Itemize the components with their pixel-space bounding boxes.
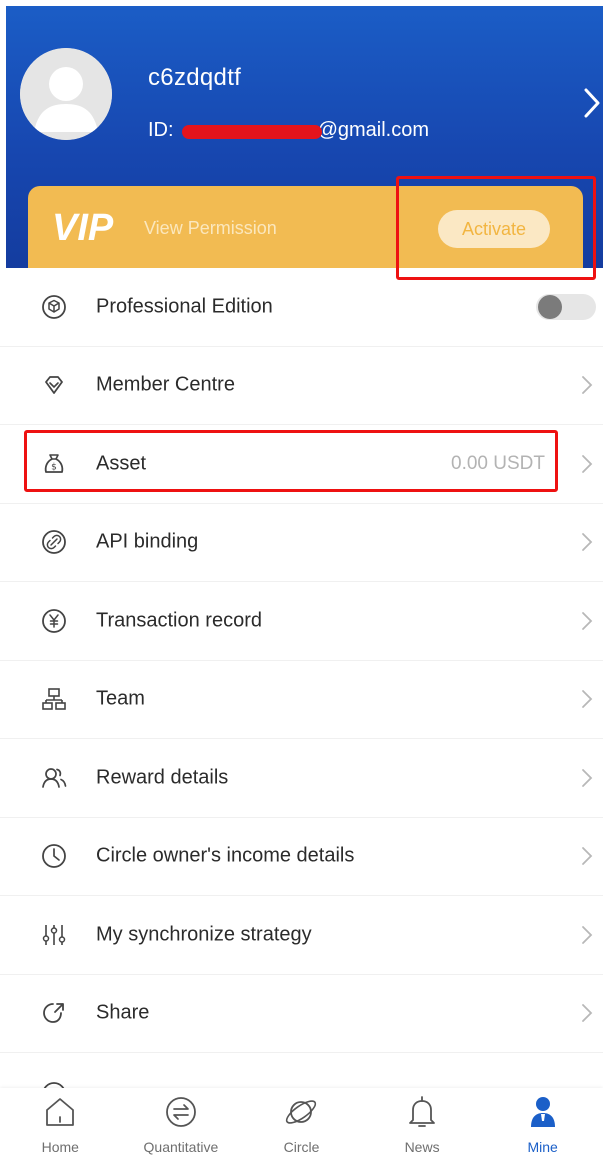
tab-mine[interactable]: Mine [482, 1088, 603, 1165]
menu-label-share: Share [96, 1001, 150, 1024]
tab-label-mine: Mine [527, 1139, 558, 1155]
menu-label-reward-details: Reward details [96, 766, 229, 789]
tab-circle[interactable]: Circle [241, 1088, 362, 1165]
menu-item-api-binding[interactable]: API binding [0, 504, 603, 582]
redaction-mark [181, 124, 322, 139]
tab-label-news: News [404, 1139, 440, 1155]
id-email-suffix: @gmail.com [317, 119, 429, 141]
money-bag-icon: $ [40, 450, 68, 478]
menu-item-circle-owner-income[interactable]: Circle owner's income details [0, 818, 603, 896]
planet-icon [281, 1092, 321, 1132]
menu-label-professional-edition: Professional Edition [96, 295, 273, 318]
chevron-right-icon [582, 1004, 593, 1023]
user-avatar-icon [20, 48, 112, 140]
avatar[interactable] [20, 48, 112, 140]
vip-banner[interactable]: VIP View Permission Activate [28, 186, 583, 268]
chevron-right-icon [582, 847, 593, 866]
users-icon [40, 764, 68, 792]
mine-page: c6zdqdtf ID: @gmail.com VIP View Permiss… [0, 0, 603, 1165]
svg-text:$: $ [51, 462, 57, 472]
cube-icon [40, 293, 68, 321]
menu-item-share[interactable]: Share [0, 975, 603, 1053]
asset-balance-value: 0.00 USDT [451, 452, 545, 474]
link-icon [40, 528, 68, 556]
menu-label-team: Team [96, 687, 145, 710]
tab-label-home: Home [41, 1139, 79, 1155]
chevron-right-icon [582, 454, 593, 473]
toggle-knob [538, 294, 562, 319]
vip-logo: VIP [52, 207, 114, 246]
bell-icon [402, 1092, 442, 1132]
tab-quantitative[interactable]: Quantitative [121, 1088, 242, 1165]
menu-label-transaction-record: Transaction record [96, 609, 262, 632]
chevron-right-icon [582, 611, 593, 630]
menu-item-member-centre[interactable]: Member Centre [0, 347, 603, 425]
chevron-right-icon [582, 690, 593, 709]
id-prefix: ID: [148, 119, 174, 141]
menu-item-synchronize-strategy[interactable]: My synchronize strategy [0, 896, 603, 975]
tab-news[interactable]: News [362, 1088, 483, 1165]
org-chart-icon [40, 685, 68, 713]
chevron-right-icon [582, 533, 593, 552]
bottom-tab-bar: Home Quantitative Circle News Mine [0, 1088, 603, 1165]
vip-logo-text: VIP [52, 207, 114, 246]
menu-item-transaction-record[interactable]: Transaction record [0, 582, 603, 661]
tab-label-circle: Circle [283, 1139, 320, 1155]
chevron-right-icon [582, 376, 593, 395]
activate-button[interactable]: Activate [438, 210, 550, 248]
user-id-row: ID: @gmail.com [148, 119, 429, 142]
chevron-right-icon[interactable] [580, 86, 603, 120]
chevron-right-icon [582, 768, 593, 787]
tab-label-quantitative: Quantitative [143, 1139, 219, 1155]
menu-list: Professional Edition Member Centre $ Ass… [0, 268, 603, 1053]
menu-label-member-centre: Member Centre [96, 373, 235, 396]
diamond-icon [40, 371, 68, 399]
menu-label-circle-owner-income: Circle owner's income details [96, 844, 355, 867]
menu-label-asset: Asset [96, 452, 147, 475]
menu-label-api-binding: API binding [96, 530, 199, 553]
username: c6zdqdtf [148, 64, 242, 91]
menu-item-professional-edition[interactable]: Professional Edition [0, 268, 603, 347]
sliders-icon [40, 921, 68, 949]
menu-item-asset[interactable]: $ Asset 0.00 USDT [0, 425, 603, 504]
tab-home[interactable]: Home [0, 1088, 121, 1165]
home-icon [40, 1092, 80, 1132]
view-permission-link[interactable]: View Permission [144, 218, 277, 239]
share-icon [40, 999, 68, 1027]
menu-item-reward-details[interactable]: Reward details [0, 739, 603, 818]
menu-item-team[interactable]: Team [0, 661, 603, 739]
menu-label-synchronize-strategy: My synchronize strategy [96, 923, 312, 946]
person-icon [523, 1092, 563, 1132]
yen-coin-icon [40, 607, 68, 635]
professional-edition-toggle[interactable] [536, 293, 596, 320]
clock-icon [40, 842, 68, 870]
exchange-icon [161, 1092, 201, 1132]
chevron-right-icon [582, 925, 593, 944]
